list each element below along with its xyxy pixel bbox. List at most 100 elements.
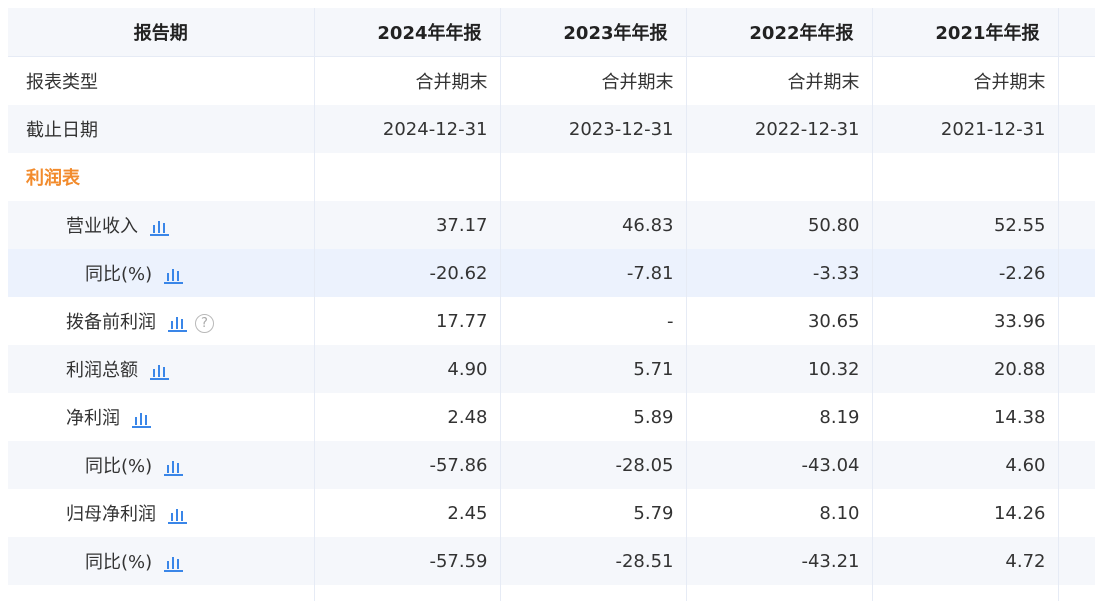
- row-label-cell: 净利润: [8, 393, 315, 441]
- cell-value: 17.77: [314, 297, 501, 345]
- row-label-cell: 同比(%): [8, 249, 315, 297]
- cell-empty: [686, 585, 873, 601]
- header-period-2024[interactable]: 2024年年报: [314, 8, 501, 57]
- row-label-cell: 利润总额: [8, 345, 315, 393]
- cell-value: 合并期末: [500, 56, 687, 105]
- table-row-report-type: 报表类型 合并期末 合并期末 合并期末 合并期末: [8, 56, 1095, 106]
- cell-value: 2023-12-31: [500, 105, 687, 153]
- bar-chart-icon[interactable]: [164, 266, 184, 284]
- row-label-cell: 营业收入: [8, 201, 315, 249]
- cell-extra: [1058, 249, 1095, 297]
- cell-value: 14.38: [872, 393, 1059, 441]
- table-row-section: 利润表: [8, 153, 1095, 201]
- cell-value: 10.32: [686, 345, 873, 393]
- cell-value: 2.48: [314, 393, 501, 441]
- row-label: 同比(%): [85, 264, 153, 285]
- bar-chart-icon[interactable]: [150, 218, 169, 236]
- cell-value: -20.62: [314, 249, 501, 297]
- cell-empty: [872, 585, 1059, 601]
- row-label: 同比(%): [85, 456, 153, 477]
- header-period-2021[interactable]: 2021年年报: [872, 8, 1059, 57]
- row-label-cell: 同比(%): [8, 537, 315, 585]
- cell-value: 2021-12-31: [872, 105, 1059, 153]
- table-row-partial: [8, 585, 1095, 601]
- row-label: 营业收入: [66, 216, 138, 237]
- cell-value: 37.17: [314, 201, 501, 249]
- cell-value: 5.89: [500, 393, 687, 441]
- header-period-2022[interactable]: 2022年年报: [686, 8, 873, 57]
- cell-value: 2022-12-31: [686, 105, 873, 153]
- cell-value: -7.81: [500, 249, 687, 297]
- table-row-total-profit: 利润总额 4.90 5.71 10.32 20.88: [8, 345, 1095, 393]
- cell-value: 5.71: [500, 345, 687, 393]
- cell-value: 50.80: [686, 201, 873, 249]
- table-row-parent-net-profit-yoy: 同比(%) -57.59 -28.51 -43.21 4.72: [8, 537, 1095, 585]
- table-row-net-profit: 净利润 2.48 5.89 8.19 14.38: [8, 393, 1095, 441]
- cell-value: 4.90: [314, 345, 501, 393]
- cell-extra: [1058, 201, 1095, 249]
- bar-chart-icon[interactable]: [164, 554, 184, 572]
- cell-value: -2.26: [872, 249, 1059, 297]
- cell-value: 2.45: [314, 489, 501, 537]
- header-extra: [1058, 8, 1095, 57]
- cell-empty: [500, 153, 687, 201]
- row-label: 利润总额: [66, 360, 138, 381]
- cell-value: -57.86: [314, 441, 501, 489]
- table-row-net-profit-yoy: 同比(%) -57.86 -28.05 -43.04 4.60: [8, 441, 1095, 489]
- bar-chart-icon[interactable]: [132, 410, 151, 428]
- cell-extra: [1058, 153, 1095, 201]
- bar-chart-icon[interactable]: [168, 314, 187, 332]
- table-row-end-date: 截止日期 2024-12-31 2023-12-31 2022-12-31 20…: [8, 105, 1095, 153]
- row-label-cell: 拨备前利润?: [8, 297, 315, 345]
- cell-value: 5.79: [500, 489, 687, 537]
- row-label: 截止日期: [8, 105, 315, 153]
- table-row-revenue-yoy: 同比(%) -20.62 -7.81 -3.33 -2.26: [8, 249, 1095, 297]
- row-label: 报表类型: [8, 56, 315, 105]
- cell-value: -3.33: [686, 249, 873, 297]
- row-label: 净利润: [66, 408, 120, 429]
- bar-chart-icon[interactable]: [168, 506, 187, 524]
- row-label-cell: 归母净利润: [8, 489, 315, 537]
- cell-extra: [1058, 489, 1095, 537]
- header-period-2023[interactable]: 2023年年报: [500, 8, 687, 57]
- bar-chart-icon[interactable]: [150, 362, 169, 380]
- cell-value: 30.65: [686, 297, 873, 345]
- cell-empty: [314, 585, 501, 601]
- cell-extra: [1058, 297, 1095, 345]
- cell-extra: [1058, 441, 1095, 489]
- cell-value: -43.04: [686, 441, 873, 489]
- cell-empty: [686, 153, 873, 201]
- cell-value: 20.88: [872, 345, 1059, 393]
- question-icon[interactable]: ?: [195, 313, 214, 333]
- cell-value: -28.05: [500, 441, 687, 489]
- cell-extra: [1058, 585, 1095, 601]
- cell-value: 4.72: [872, 537, 1059, 585]
- row-label: 同比(%): [85, 552, 153, 573]
- cell-extra: [1058, 393, 1095, 441]
- table-row-pre-provision-profit: 拨备前利润? 17.77 - 30.65 33.96: [8, 297, 1095, 345]
- cell-value: 8.19: [686, 393, 873, 441]
- row-label-cell: 同比(%): [8, 441, 315, 489]
- cell-value: 2024-12-31: [314, 105, 501, 153]
- header-period-label: 报告期: [8, 8, 315, 57]
- cell-extra: [1058, 537, 1095, 585]
- cell-value: -28.51: [500, 537, 687, 585]
- cell-value: 46.83: [500, 201, 687, 249]
- cell-value: 14.26: [872, 489, 1059, 537]
- cell-extra: [1058, 105, 1095, 153]
- financial-table: 报告期 2024年年报 2023年年报 2022年年报 2021年年报 报表类型…: [8, 8, 1095, 601]
- cell-empty: [872, 153, 1059, 201]
- cell-value: 合并期末: [686, 56, 873, 105]
- table-row-parent-net-profit: 归母净利润 2.45 5.79 8.10 14.26: [8, 489, 1095, 537]
- cell-value: 33.96: [872, 297, 1059, 345]
- cell-value: 合并期末: [872, 56, 1059, 105]
- cell-value: -43.21: [686, 537, 873, 585]
- section-title: 利润表: [8, 153, 315, 201]
- bar-chart-icon[interactable]: [164, 458, 184, 476]
- row-label: 拨备前利润: [66, 312, 156, 333]
- cell-value: 合并期末: [314, 56, 501, 105]
- cell-empty: [314, 153, 501, 201]
- cell-extra: [1058, 57, 1095, 106]
- cell-empty: [8, 585, 315, 601]
- header-row: 报告期 2024年年报 2023年年报 2022年年报 2021年年报: [8, 8, 1095, 57]
